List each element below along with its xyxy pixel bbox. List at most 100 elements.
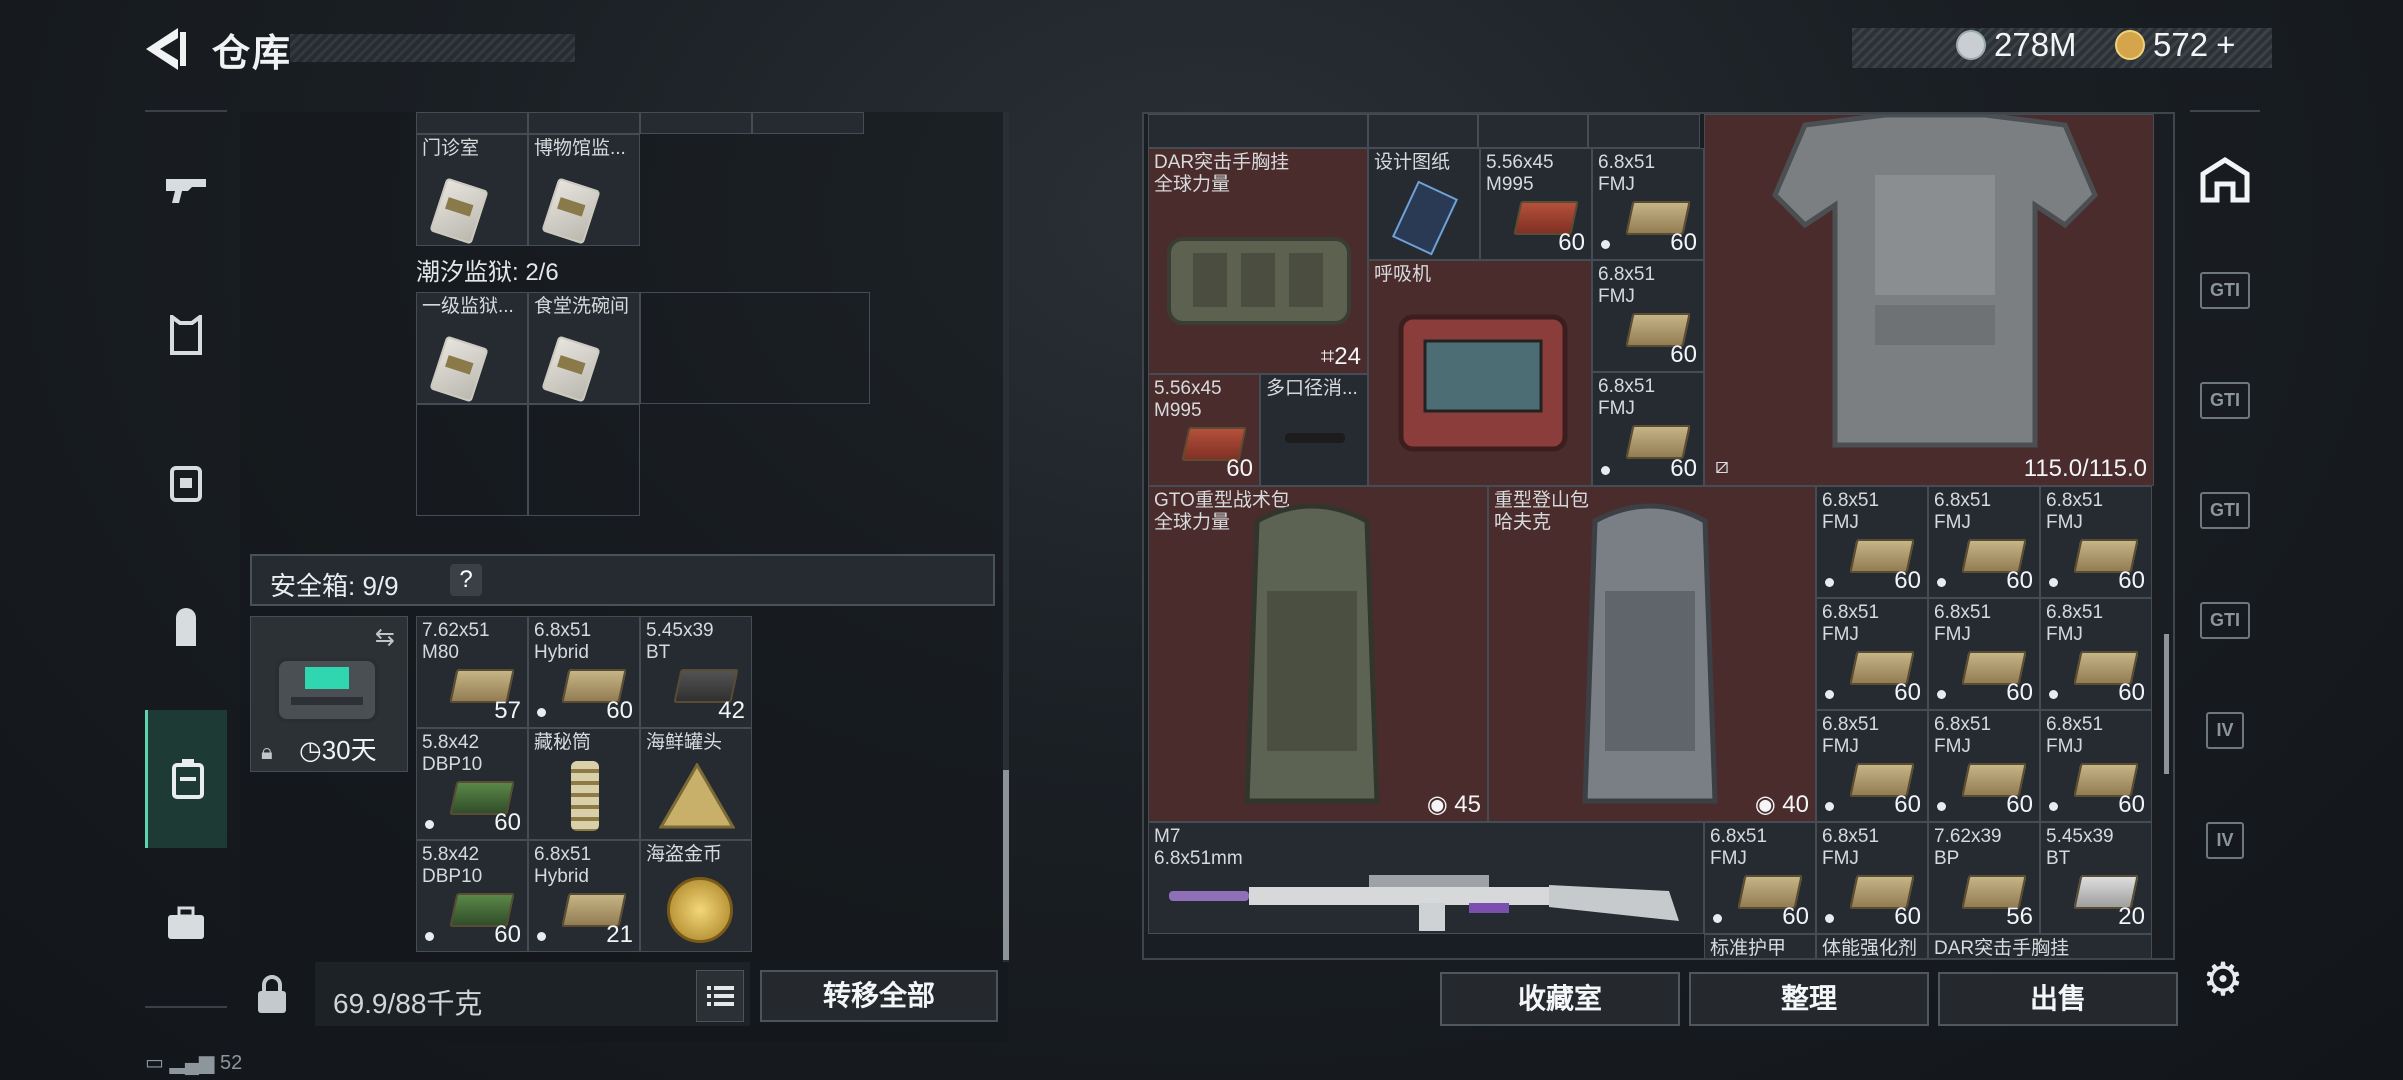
blueprint-item[interactable]: 设计图纸 bbox=[1368, 148, 1480, 260]
ammo-fmj-item[interactable]: 6.8x51 FMJ 60 bbox=[1928, 486, 2040, 598]
help-icon[interactable]: ? bbox=[450, 564, 482, 596]
list-icon bbox=[707, 986, 734, 1006]
ammo-fmj-item[interactable]: 6.8x51 FMJ 60 bbox=[1816, 822, 1928, 934]
ammo-fmj-item[interactable]: 6.8x51 FMJ 60 bbox=[2040, 486, 2152, 598]
filter-gti-2[interactable]: GTI bbox=[2180, 350, 2270, 450]
ammo-fmj-item[interactable]: 6.8x51 FMJ 60 bbox=[1816, 598, 1928, 710]
nav-chest-rig[interactable] bbox=[145, 438, 227, 528]
gold-add-icon[interactable]: + bbox=[2216, 26, 2235, 64]
safe-item[interactable]: 海鲜罐头 bbox=[640, 728, 752, 840]
filter-gti-4[interactable]: GTI bbox=[2180, 570, 2270, 670]
item-label: 6.8x51 FMJ bbox=[2046, 714, 2104, 757]
marker-dot bbox=[537, 708, 546, 717]
gto-backpack-item[interactable]: GTO重型战术包 全球力量 ◉ 45 bbox=[1148, 486, 1488, 822]
keycard-clinic[interactable]: 门诊室 bbox=[416, 134, 528, 246]
gti-icon: GTI bbox=[2200, 491, 2250, 529]
sort-button[interactable]: 整理 bbox=[1689, 972, 1929, 1026]
timer-text: 30天 bbox=[321, 735, 377, 765]
filter-iv-1[interactable]: IV bbox=[2180, 680, 2270, 780]
keycard-canteen[interactable]: 食堂洗碗间 bbox=[528, 292, 640, 404]
safe-item[interactable]: 5.8x42 DBP10 60 bbox=[416, 728, 528, 840]
safe-item[interactable]: 7.62x51 M80 57 bbox=[416, 616, 528, 728]
item-count: 60 bbox=[1894, 903, 1921, 930]
left-scrollbar-thumb[interactable] bbox=[1003, 770, 1009, 960]
safe-item[interactable]: 5.45x39 BT 42 bbox=[640, 616, 752, 728]
silver-coin-icon bbox=[1956, 30, 1986, 60]
filter-gti-3[interactable]: GTI bbox=[2180, 460, 2270, 560]
ammo-fmj-item[interactable]: 6.8x51 FMJ 60 bbox=[2040, 598, 2152, 710]
partial-cell[interactable]: DAR突击手胸挂 bbox=[1928, 934, 2152, 958]
partial-cell[interactable] bbox=[752, 112, 864, 134]
partial-cell[interactable] bbox=[1588, 114, 1700, 148]
keycard-icon bbox=[541, 335, 601, 403]
safe-item[interactable]: 6.8x51 Hybrid 21 bbox=[528, 840, 640, 952]
partial-cell[interactable]: 体能强化剂 bbox=[1816, 934, 1928, 958]
partial-cell[interactable] bbox=[640, 112, 752, 134]
keycard-prison[interactable]: 一级监狱... bbox=[416, 292, 528, 404]
ammo-fmj-item[interactable]: 6.8x51 FMJ 60 bbox=[2040, 710, 2152, 822]
chest-rig-item[interactable]: DAR突击手胸挂 全球力量 ⌗24 bbox=[1148, 148, 1368, 374]
partial-cell[interactable] bbox=[416, 112, 528, 134]
transfer-all-button[interactable]: 转移全部 bbox=[760, 970, 998, 1022]
partial-cell[interactable] bbox=[1478, 114, 1588, 148]
safe-item[interactable]: 藏秘筒 bbox=[528, 728, 640, 840]
right-scrollbar-thumb[interactable] bbox=[2164, 634, 2169, 774]
ammo-fmj-item[interactable]: 6.8x51 FMJ 60 bbox=[1592, 148, 1704, 260]
ammo-m995-item[interactable]: 5.56x45 M995 60 bbox=[1148, 374, 1260, 486]
partial-cell[interactable] bbox=[528, 112, 640, 134]
safe-item[interactable]: 海盗金币 bbox=[640, 840, 752, 952]
sell-button[interactable]: 出售 bbox=[1938, 972, 2178, 1026]
item-label: 6.8x51 FMJ bbox=[1934, 714, 1992, 757]
m7-rifle-item[interactable]: M7 6.8x51mm bbox=[1148, 822, 1704, 934]
ammo-fmj-item[interactable]: 6.8x51 FMJ 60 bbox=[1592, 260, 1704, 372]
nav-backpack[interactable] bbox=[145, 584, 227, 674]
item-count: ◉ 40 bbox=[1754, 791, 1809, 818]
gold-currency[interactable]: 572 + bbox=[2115, 26, 2235, 64]
keycard-museum[interactable]: 博物馆监... bbox=[528, 134, 640, 246]
empty-slot[interactable] bbox=[528, 404, 640, 516]
back-button[interactable] bbox=[140, 22, 190, 76]
ammo-bp-item[interactable]: 7.62x39 BP 56 bbox=[1928, 822, 2040, 934]
collection-room-button[interactable]: 收藏室 bbox=[1440, 972, 1680, 1026]
nav-toolbox[interactable] bbox=[145, 878, 227, 968]
ammo-fmj-item[interactable]: 6.8x51 FMJ 60 bbox=[1816, 710, 1928, 822]
safe-box-container[interactable]: ⇆ 🔒︎ ◷30天 bbox=[250, 616, 408, 772]
ammo-m995-item[interactable]: 5.56x45 M995 60 bbox=[1480, 148, 1592, 260]
nav-weapons[interactable] bbox=[145, 144, 227, 234]
ammo-fmj-item[interactable]: 6.8x51 FMJ 60 bbox=[1592, 372, 1704, 486]
marker-dot bbox=[1713, 914, 1722, 923]
hafuke-backpack-item[interactable]: 重型登山包 哈夫克 ◉ 40 bbox=[1488, 486, 1816, 822]
ammo-fmj-item[interactable]: 6.8x51 FMJ 60 bbox=[1928, 598, 2040, 710]
backpack-icon bbox=[1582, 503, 1718, 804]
item-label: 5.8x42 DBP10 bbox=[422, 844, 483, 887]
ammo-fmj-item[interactable]: 6.8x51 FMJ 60 bbox=[1816, 486, 1928, 598]
safe-item[interactable]: 6.8x51 Hybrid 60 bbox=[528, 616, 640, 728]
filter-gti-1[interactable]: GTI bbox=[2180, 240, 2270, 340]
respirator-item[interactable]: 呼吸机 bbox=[1368, 260, 1592, 486]
item-count: 60 bbox=[1670, 341, 1697, 368]
partial-cell[interactable] bbox=[1148, 114, 1368, 148]
keycard-icon bbox=[429, 335, 489, 403]
ammo-fmj-item[interactable]: 6.8x51 FMJ 60 bbox=[1928, 710, 2040, 822]
empty-slot[interactable] bbox=[416, 404, 528, 516]
nav-safe-box[interactable] bbox=[145, 710, 227, 848]
rifle-icon bbox=[1169, 875, 1679, 931]
item-count: 60 bbox=[1894, 679, 1921, 706]
empty-slot[interactable] bbox=[640, 292, 870, 404]
suppressor-item[interactable]: 多口径消... bbox=[1260, 374, 1368, 486]
settings-gear-icon[interactable]: ⚙ bbox=[2193, 952, 2253, 1012]
ammo-bt-item[interactable]: 5.45x39 BT 20 bbox=[2040, 822, 2152, 934]
filter-iv-2[interactable]: IV bbox=[2180, 790, 2270, 890]
filter-all[interactable] bbox=[2180, 130, 2270, 230]
body-armor-item[interactable]: ⧄ 115.0/115.0 bbox=[1704, 114, 2154, 486]
ammo-fmj-item[interactable]: 6.8x51 FMJ 60 bbox=[1704, 822, 1816, 934]
partial-cell[interactable]: 标准护甲 bbox=[1704, 934, 1816, 958]
safe-item[interactable]: 5.8x42 DBP10 60 bbox=[416, 840, 528, 952]
list-view-button[interactable] bbox=[696, 970, 744, 1022]
item-count: 60 bbox=[1894, 791, 1921, 818]
swap-icon[interactable]: ⇆ bbox=[375, 623, 395, 652]
nav-armor[interactable] bbox=[145, 290, 227, 380]
partial-cell[interactable] bbox=[1368, 114, 1478, 148]
marker-dot bbox=[1937, 690, 1946, 699]
lock-icon: 🔒︎ bbox=[261, 739, 273, 764]
